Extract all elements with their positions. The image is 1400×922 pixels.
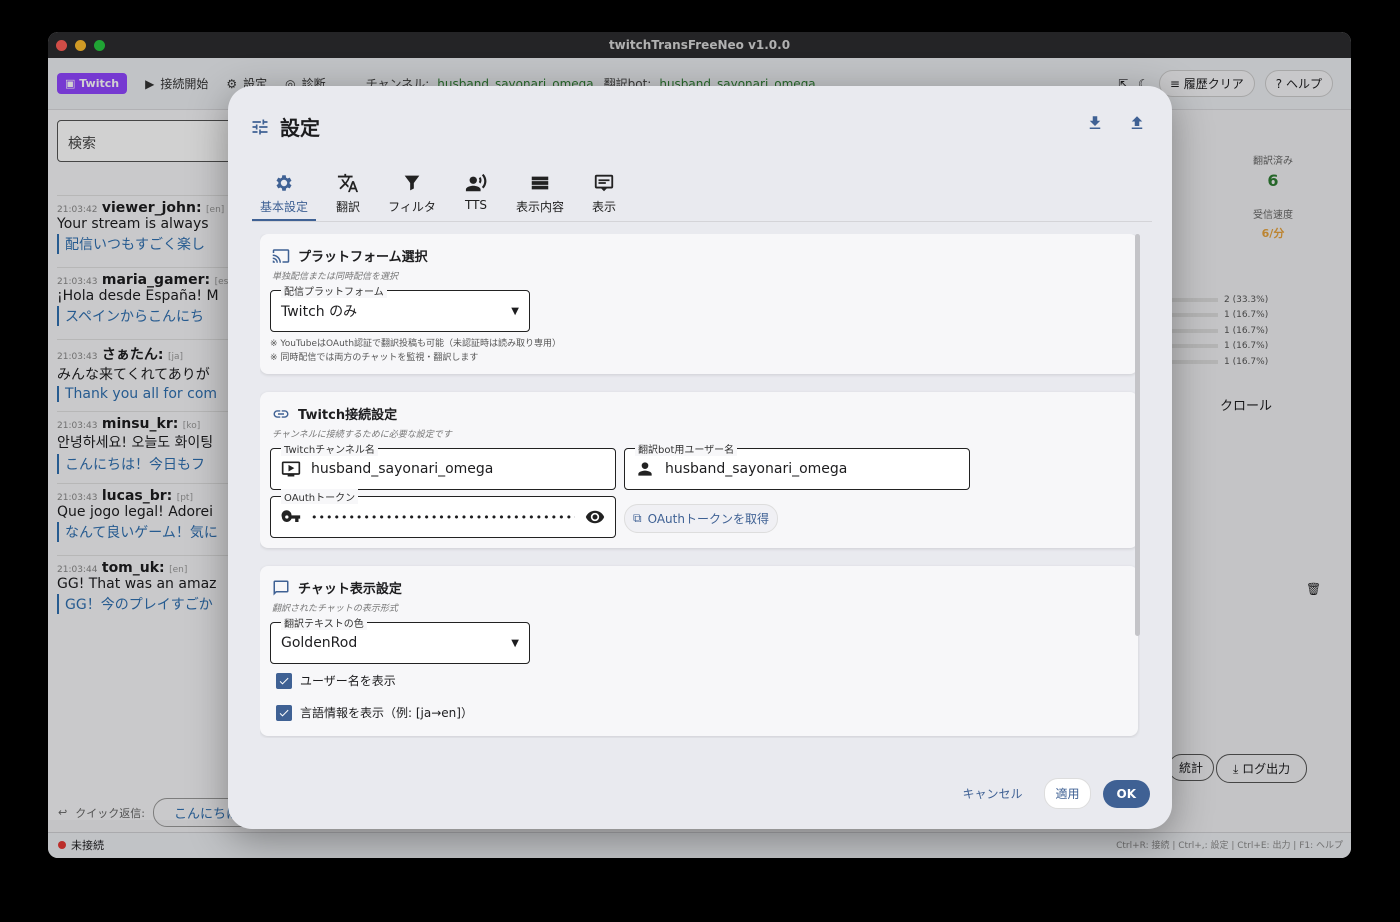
oauth-token-field[interactable]: OAuthトークン ••••••••••••••••••••••••••••••…	[270, 489, 616, 538]
tab-display-content-label: 表示内容	[515, 200, 564, 214]
color-field-label: 翻訳テキストの色	[281, 615, 367, 630]
settings-scroll-area[interactable]: プラットフォーム選択 単独配信または同時配信を選択 配信プラットフォーム Twi…	[260, 234, 1140, 738]
platform-select[interactable]: 配信プラットフォーム Twitch のみ ▼	[270, 283, 530, 332]
key-icon	[281, 510, 301, 522]
settings-dialog: 設定 基本設定 翻訳 フィルタ TTS 表示内容 表示 プラットフォーム選択 単…	[228, 86, 1172, 829]
tab-basic-label: 基本設定	[259, 200, 308, 214]
platform-value: Twitch のみ	[281, 304, 358, 320]
dropdown-arrow-icon: ▼	[511, 305, 519, 317]
eye-icon[interactable]	[585, 507, 605, 527]
get-oauth-label: OAuthトークンを取得	[647, 512, 769, 526]
bot-username-field[interactable]: 翻訳bot用ユーザー名 husband_sayonari_omega	[624, 441, 970, 490]
dropdown-arrow-icon: ▼	[511, 637, 519, 649]
settings-tabs: 基本設定 翻訳 フィルタ TTS 表示内容 表示	[252, 170, 1152, 222]
twitch-card: Twitch接続設定 チャンネルに接続するために必要な設定です Twitchチャ…	[260, 392, 1138, 548]
checkbox-checked-icon	[276, 672, 292, 689]
chat-display-title-text: チャット表示設定	[298, 582, 402, 597]
tab-filter-label: フィルタ	[388, 200, 436, 214]
subtitles-icon	[594, 174, 614, 192]
apply-button[interactable]: 適用	[1044, 778, 1091, 809]
tab-display-label: 表示	[591, 200, 616, 214]
tab-filter[interactable]: フィルタ	[380, 170, 444, 221]
ok-button[interactable]: OK	[1102, 779, 1150, 808]
open-external-icon: ⧉	[633, 511, 642, 525]
platform-field-label: 配信プラットフォーム	[281, 283, 387, 298]
bot-field-label: 翻訳bot用ユーザー名	[635, 441, 738, 456]
platform-title-text: プラットフォーム選択	[298, 250, 428, 265]
show-lang-checkbox[interactable]: 言語情報を表示（例: [ja→en]）	[276, 704, 473, 721]
color-value: GoldenRod	[281, 635, 358, 651]
chat-display-subtitle: 翻訳されたチャットの表示形式	[272, 604, 398, 614]
filter-icon	[404, 175, 420, 191]
platform-card: プラットフォーム選択 単独配信または同時配信を選択 配信プラットフォーム Twi…	[260, 234, 1138, 374]
twitch-title-text: Twitch接続設定	[298, 408, 398, 423]
video-icon	[281, 461, 301, 477]
show-username-checkbox[interactable]: ユーザー名を表示	[276, 672, 396, 689]
platform-note-1: ※ YouTubeはOAuth認証で翻訳投稿も可能（未認証時は読み取り専用）	[270, 339, 562, 349]
upload-icon[interactable]	[1128, 114, 1146, 132]
platform-title: プラットフォーム選択	[272, 246, 1126, 265]
dialog-tools	[1086, 114, 1146, 132]
oauth-field-label: OAuthトークン	[281, 489, 359, 504]
platform-subtitle: 単独配信または同時配信を選択	[272, 272, 399, 282]
tab-display-content[interactable]: 表示内容	[508, 170, 572, 221]
channel-field-value: husband_sayonari_omega	[311, 461, 494, 477]
tab-tts[interactable]: TTS	[444, 170, 508, 221]
scrollbar[interactable]	[1135, 234, 1140, 636]
cancel-button[interactable]: キャンセル	[952, 779, 1032, 808]
person-icon	[638, 462, 652, 476]
channel-field-label: Twitchチャンネル名	[281, 441, 378, 456]
twitch-title: Twitch接続設定	[272, 404, 1126, 423]
show-lang-label: 言語情報を表示（例: [ja→en]）	[300, 706, 473, 720]
platform-notes: ※ YouTubeはOAuth認証で翻訳投稿も可能（未認証時は読み取り専用） ※…	[270, 337, 561, 365]
chat-display-title: チャット表示設定	[272, 578, 1126, 597]
tab-translation-label: 翻訳	[335, 200, 360, 214]
dialog-title-text: 設定	[280, 116, 320, 140]
checkbox-checked-icon	[276, 704, 292, 721]
link-icon	[273, 409, 289, 418]
tune-icon	[252, 119, 268, 134]
translate-icon	[337, 173, 359, 193]
cast-icon	[272, 248, 290, 263]
tab-display[interactable]: 表示	[572, 170, 636, 221]
platform-note-2: ※ 同時配信では両方のチャットを監視・翻訳します	[270, 353, 479, 363]
voice-icon	[465, 173, 487, 192]
show-username-label: ユーザー名を表示	[300, 674, 396, 688]
tab-tts-label: TTS	[464, 198, 488, 212]
download-icon[interactable]	[1086, 114, 1104, 132]
twitch-subtitle: チャンネルに接続するために必要な設定です	[272, 430, 452, 440]
oauth-field-value: ••••••••••••••••••••••••••••••••••••	[311, 510, 575, 524]
chat-bubble-icon	[273, 580, 289, 595]
translation-color-select[interactable]: 翻訳テキストの色 GoldenRod ▼	[270, 615, 530, 664]
tab-basic[interactable]: 基本設定	[252, 170, 316, 221]
channel-name-field[interactable]: Twitchチャンネル名 husband_sayonari_omega	[270, 441, 616, 490]
get-oauth-button[interactable]: ⧉ OAuthトークンを取得	[624, 504, 778, 533]
chat-display-card: チャット表示設定 翻訳されたチャットの表示形式 翻訳テキストの色 GoldenR…	[260, 566, 1138, 736]
bot-field-value: husband_sayonari_omega	[665, 461, 848, 477]
dialog-actions: キャンセル 適用 OK	[952, 778, 1150, 809]
tab-translation[interactable]: 翻訳	[316, 170, 380, 221]
dialog-title: 設定	[250, 112, 320, 141]
list-icon	[531, 176, 549, 190]
gear-icon	[276, 175, 292, 191]
